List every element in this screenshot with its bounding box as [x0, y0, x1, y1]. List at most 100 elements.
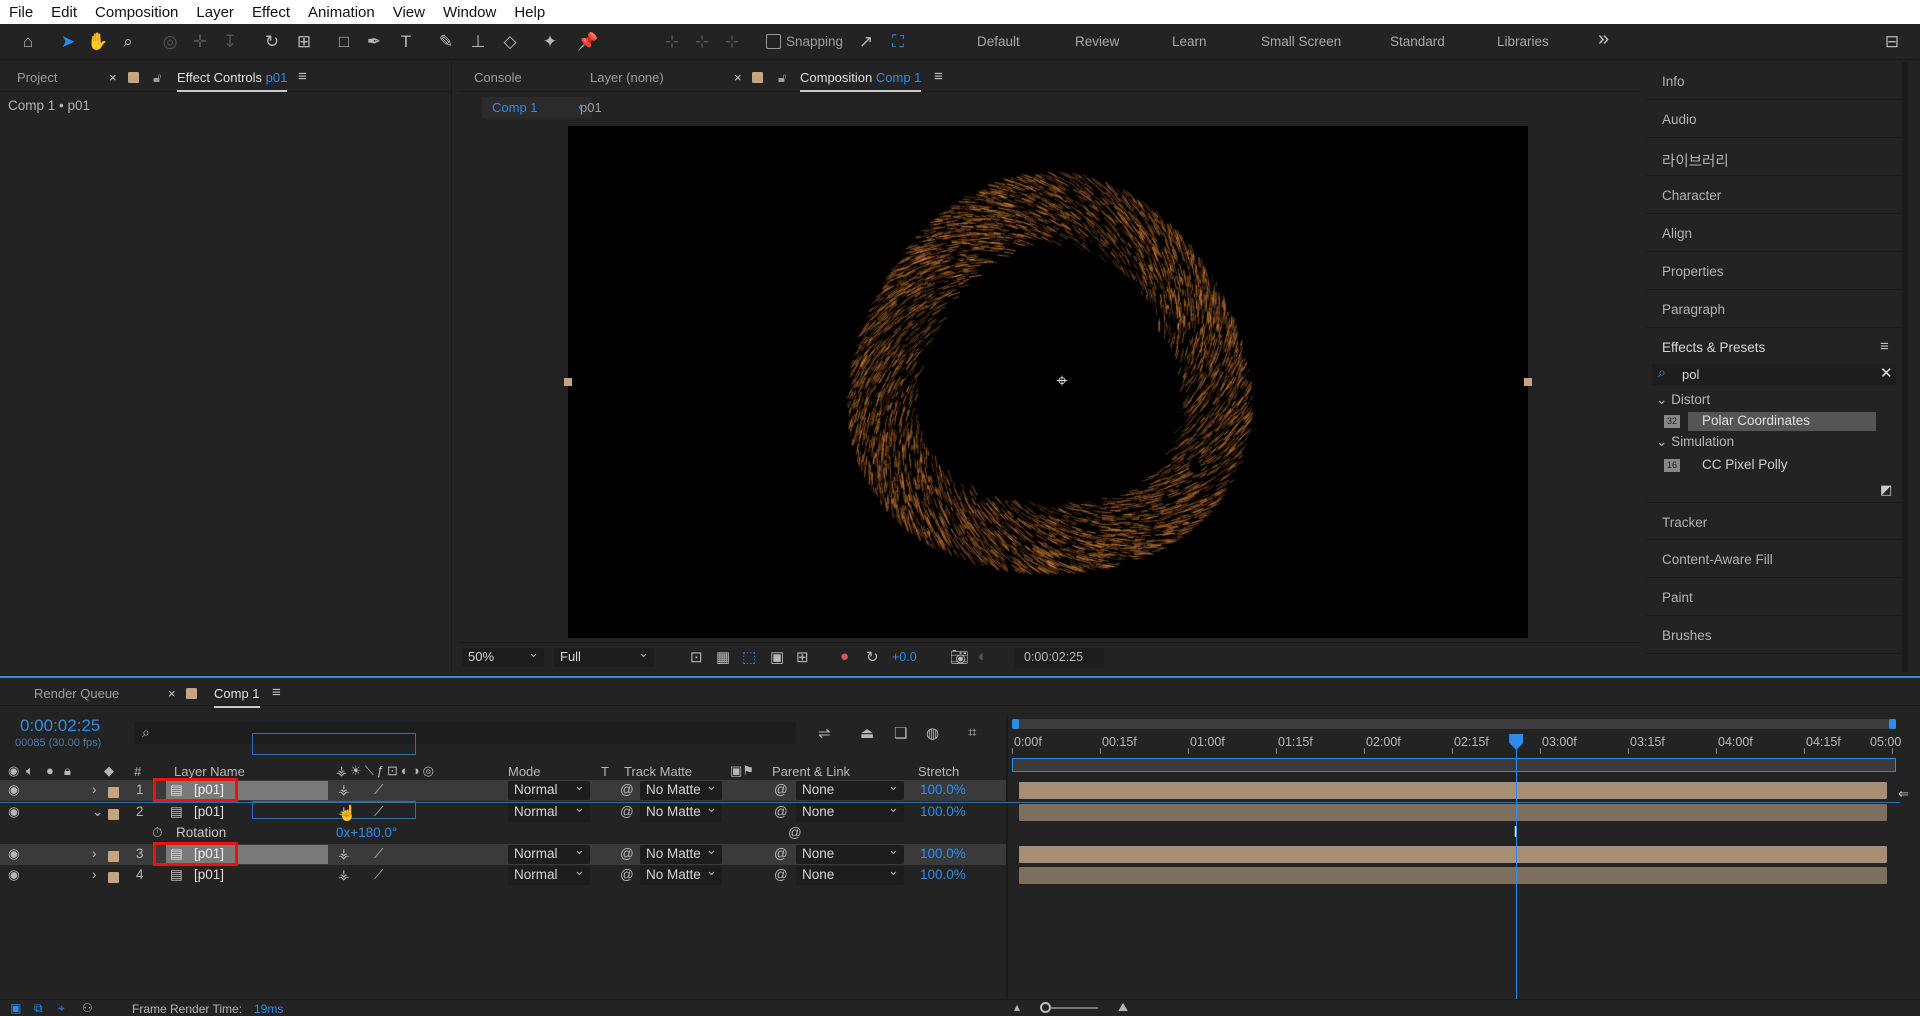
panel-info[interactable]: Info — [1646, 62, 1906, 100]
pen-tool-icon[interactable]: ✒ — [362, 30, 386, 54]
panel-brushes[interactable]: Brushes — [1646, 616, 1906, 654]
zoom-slider[interactable] — [1040, 1002, 1098, 1013]
mask-visibility-icon[interactable]: ⬚ — [742, 648, 756, 666]
track-matte-select[interactable]: No Matte — [640, 863, 722, 885]
tab-render-queue[interactable]: Render Queue — [34, 686, 119, 701]
track-matte-select[interactable]: No Matte — [640, 842, 722, 864]
home-icon[interactable]: ⌂ — [16, 30, 40, 54]
tab-composition[interactable]: Composition Comp 1 — [800, 70, 922, 92]
timeline-current-time[interactable]: 0:00:02:25 — [20, 716, 100, 736]
snapping-checkbox[interactable] — [766, 34, 781, 49]
lock-icon[interactable]: 🔓︎ — [778, 70, 786, 86]
workspace-small-screen[interactable]: Small Screen — [1261, 34, 1341, 49]
matte-pickwhip-icon[interactable]: @ — [620, 804, 634, 819]
type-tool-icon[interactable]: T — [394, 30, 418, 54]
workspace-overflow-button[interactable]: » — [1598, 28, 1609, 51]
layer-row-2[interactable]: ◉ ⌄ 2 ▤ [p01] ⚶ ⟋ Normal @ No Matte @ No… — [0, 800, 1006, 823]
eraser-tool-icon[interactable]: ◇ — [498, 30, 522, 54]
tab-comp-1[interactable]: Comp 1 — [214, 686, 260, 708]
selection-tool-icon[interactable]: ➤ — [56, 30, 80, 54]
work-area-end-handle[interactable] — [1889, 719, 1896, 729]
blend-mode-select[interactable]: Normal — [508, 778, 590, 800]
clone-stamp-tool-icon[interactable]: ⊥ — [466, 30, 490, 54]
rectangle-tool-icon[interactable]: □ — [332, 30, 356, 54]
channel-color-icon[interactable]: ● — [840, 648, 849, 665]
layer-row-4[interactable]: ◉ › 4 ▤ [p01] ⚶ ⟋ Normal @ No Matte @ No… — [0, 863, 1006, 886]
panel-menu-icon[interactable]: ≡ — [934, 68, 943, 85]
flow-comp[interactable]: Comp 1 — [492, 100, 538, 115]
label-color-swatch[interactable] — [108, 870, 119, 885]
menu-edit[interactable]: Edit — [42, 4, 86, 21]
stopwatch-icon[interactable]: ⏱ — [152, 825, 163, 841]
effect-cc-pixel-polly[interactable]: 16 CC Pixel Polly — [1664, 456, 1876, 475]
work-area-start-handle[interactable] — [1012, 719, 1019, 729]
parent-select[interactable]: None — [796, 778, 904, 800]
panel-menu-icon[interactable]: ≡ — [272, 684, 281, 701]
panel-properties[interactable]: Properties — [1646, 252, 1906, 290]
comp-mini-flowchart-icon[interactable]: ⇌ — [818, 724, 831, 742]
layer-bar-3[interactable] — [1019, 846, 1887, 863]
lock-icon[interactable]: 🔒︎ — [64, 763, 71, 779]
visibility-eye-icon[interactable]: ◉ — [8, 804, 20, 820]
guides-icon[interactable]: ⊞ — [796, 648, 809, 666]
layer-bar-4[interactable] — [1019, 867, 1887, 884]
panel-audio[interactable]: Audio — [1646, 100, 1906, 138]
reset-exposure-icon[interactable]: ↻ — [866, 648, 879, 666]
property-rotation-value[interactable]: 0x+180.0° — [336, 825, 397, 840]
shy-switch-icon[interactable]: ⚶ — [338, 782, 349, 798]
work-area-bar[interactable] — [1012, 719, 1896, 729]
parent-pickwhip-icon[interactable]: @ — [774, 867, 788, 882]
parent-select[interactable]: None — [796, 863, 904, 885]
panel-menu-icon[interactable]: ≡ — [298, 68, 307, 85]
label-color-swatch[interactable] — [108, 807, 119, 822]
brush-tool-icon[interactable]: ✎ — [434, 30, 458, 54]
snapshot-camera-icon[interactable]: 📷︎ — [950, 648, 969, 666]
tab-console[interactable]: Console — [474, 70, 522, 85]
frame-blending-icon[interactable]: ◍ — [926, 724, 939, 742]
menu-file[interactable]: File — [0, 4, 42, 21]
layer-bar-1[interactable] — [1019, 782, 1887, 799]
new-preset-icon[interactable]: ◩ — [1880, 482, 1892, 498]
exposure-value[interactable]: +0.0 — [892, 650, 917, 664]
clear-search-icon[interactable]: ✕ — [1880, 364, 1893, 382]
toggle-render-time-icon[interactable]: ⚇ — [82, 1001, 93, 1015]
current-time-display[interactable]: 0:00:02:25 — [1014, 648, 1104, 668]
stretch-value[interactable]: 100.0% — [920, 846, 966, 861]
parent-pickwhip-icon[interactable]: @ — [774, 782, 788, 797]
panel-menu-icon[interactable]: ≡ — [1880, 338, 1889, 355]
visibility-eye-icon[interactable]: ◉ — [8, 867, 20, 883]
layer-handle-left[interactable] — [564, 378, 572, 386]
matte-pickwhip-icon[interactable]: @ — [620, 867, 634, 882]
video-eye-icon[interactable]: ◉ — [8, 763, 19, 779]
panel-tracker[interactable]: Tracker — [1646, 502, 1906, 540]
timeline-search-field[interactable]: ⌕ — [134, 722, 796, 744]
draft-3d-icon[interactable]: ⏏ — [860, 724, 874, 742]
axis-world-icon[interactable]: ⊹ — [690, 30, 714, 54]
effect-polar-coordinates[interactable]: 32 Polar Coordinates — [1664, 412, 1876, 431]
rotate-tool-icon[interactable]: ↻ — [260, 30, 284, 54]
comp-button-icon[interactable]: ⇐ — [1898, 786, 1909, 802]
resolution-select[interactable]: Full — [554, 645, 654, 667]
blend-mode-select[interactable]: Normal — [508, 800, 590, 822]
matte-pickwhip-icon[interactable]: @ — [620, 782, 634, 797]
expand-arrow-icon[interactable]: › — [92, 782, 97, 797]
menu-animation[interactable]: Animation — [299, 4, 384, 21]
pan-camera-icon[interactable]: ✛ — [188, 30, 212, 54]
layer-row-3[interactable]: ◉ › 3 ▤ [p01] ⚶ ⟋ Normal @ No Matte @ No… — [0, 842, 1006, 865]
axis-local-icon[interactable]: ⊹ — [660, 30, 684, 54]
label-color-swatch[interactable] — [108, 849, 119, 864]
visibility-eye-icon[interactable]: ◉ — [8, 782, 20, 798]
expression-pickwhip-icon[interactable]: @ — [788, 825, 802, 840]
blend-mode-select[interactable]: Normal — [508, 863, 590, 885]
puppet-pin-tool-icon[interactable]: 📌 — [576, 30, 600, 54]
layer-bar-2[interactable] — [1019, 804, 1887, 821]
workspace-review[interactable]: Review — [1075, 34, 1119, 49]
panel-paragraph[interactable]: Paragraph — [1646, 290, 1906, 328]
orbit-camera-icon[interactable]: ◎ — [158, 30, 182, 54]
show-snapshot-icon[interactable]: ◐ — [978, 648, 987, 665]
axis-view-icon[interactable]: ⊹ — [720, 30, 744, 54]
label-tag-icon[interactable]: ◆ — [104, 763, 114, 779]
stretch-value[interactable]: 100.0% — [920, 782, 966, 797]
track-matte-select[interactable]: No Matte — [640, 778, 722, 800]
time-navigator[interactable] — [1012, 758, 1896, 772]
